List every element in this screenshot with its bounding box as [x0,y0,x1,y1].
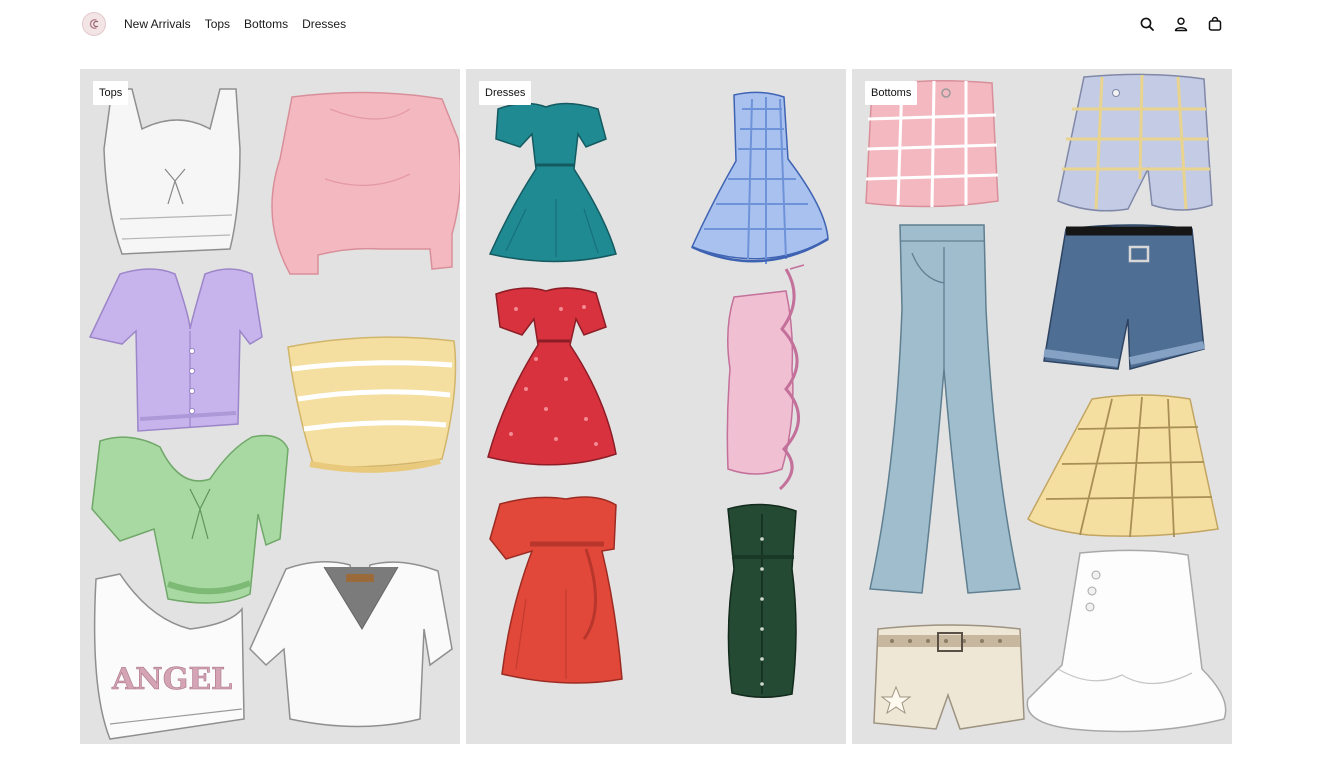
blue-plaid-shorts [1057,73,1213,212]
tops-illustration: ANGEL [88,88,460,740]
cc-monogram-logo [89,19,99,29]
white-ruffle-hem-skirt [1026,549,1227,733]
category-label-bottoms: Bottoms [865,81,918,105]
category-grid: ANGEL Tops Dresses Bottoms [80,69,1232,744]
lilac-cropped-cardigan [88,268,263,432]
search-icon [1140,17,1154,31]
account-icon [1174,17,1188,32]
angel-print-text: ANGEL [111,662,232,697]
header-actions [1136,13,1226,35]
yellow-plaid-pleated-skirt [1027,394,1219,538]
light-wash-flare-jeans [869,224,1021,594]
yellow-striped-tube-top [287,336,457,473]
red-off-shoulder-midi-dress [489,496,623,684]
nav-link-new-arrivals[interactable]: New Arrivals [124,16,191,32]
white-bralette-top [103,88,241,255]
account-button[interactable] [1170,13,1192,35]
search-button[interactable] [1136,13,1158,35]
category-card-dresses[interactable]: Dresses [466,69,846,744]
teal-off-shoulder-dress [488,102,617,263]
brand-logo[interactable] [82,12,106,36]
category-card-tops[interactable]: ANGEL Tops [80,69,460,744]
shopping-bag-icon [1208,16,1222,31]
category-card-bottoms[interactable]: Bottoms [852,69,1232,744]
red-floral-puff-sleeve-dress [487,287,617,466]
bottoms-illustration [865,73,1227,733]
category-label-tops: Tops [93,81,129,105]
denim-cuffed-shorts [1043,224,1205,370]
category-label-dresses: Dresses [479,81,532,105]
main-nav: New Arrivals Tops Bottoms Dresses [124,16,346,32]
nav-link-bottoms[interactable]: Bottoms [244,16,288,32]
pink-ruffle-bodycon-dress [726,264,805,491]
nav-link-tops[interactable]: Tops [205,16,230,32]
green-button-front-strapless-dress [727,503,797,698]
nav-link-dresses[interactable]: Dresses [302,16,346,32]
site-header: New Arrivals Tops Bottoms Dresses [0,0,1317,48]
cart-button[interactable] [1204,13,1226,35]
pink-off-shoulder-top [271,91,460,275]
blue-gingham-strapless-dress [690,91,829,264]
dresses-illustration [487,91,829,698]
cream-studded-belt-shorts [873,624,1025,730]
white-v-neck-crop-tee [249,561,453,728]
